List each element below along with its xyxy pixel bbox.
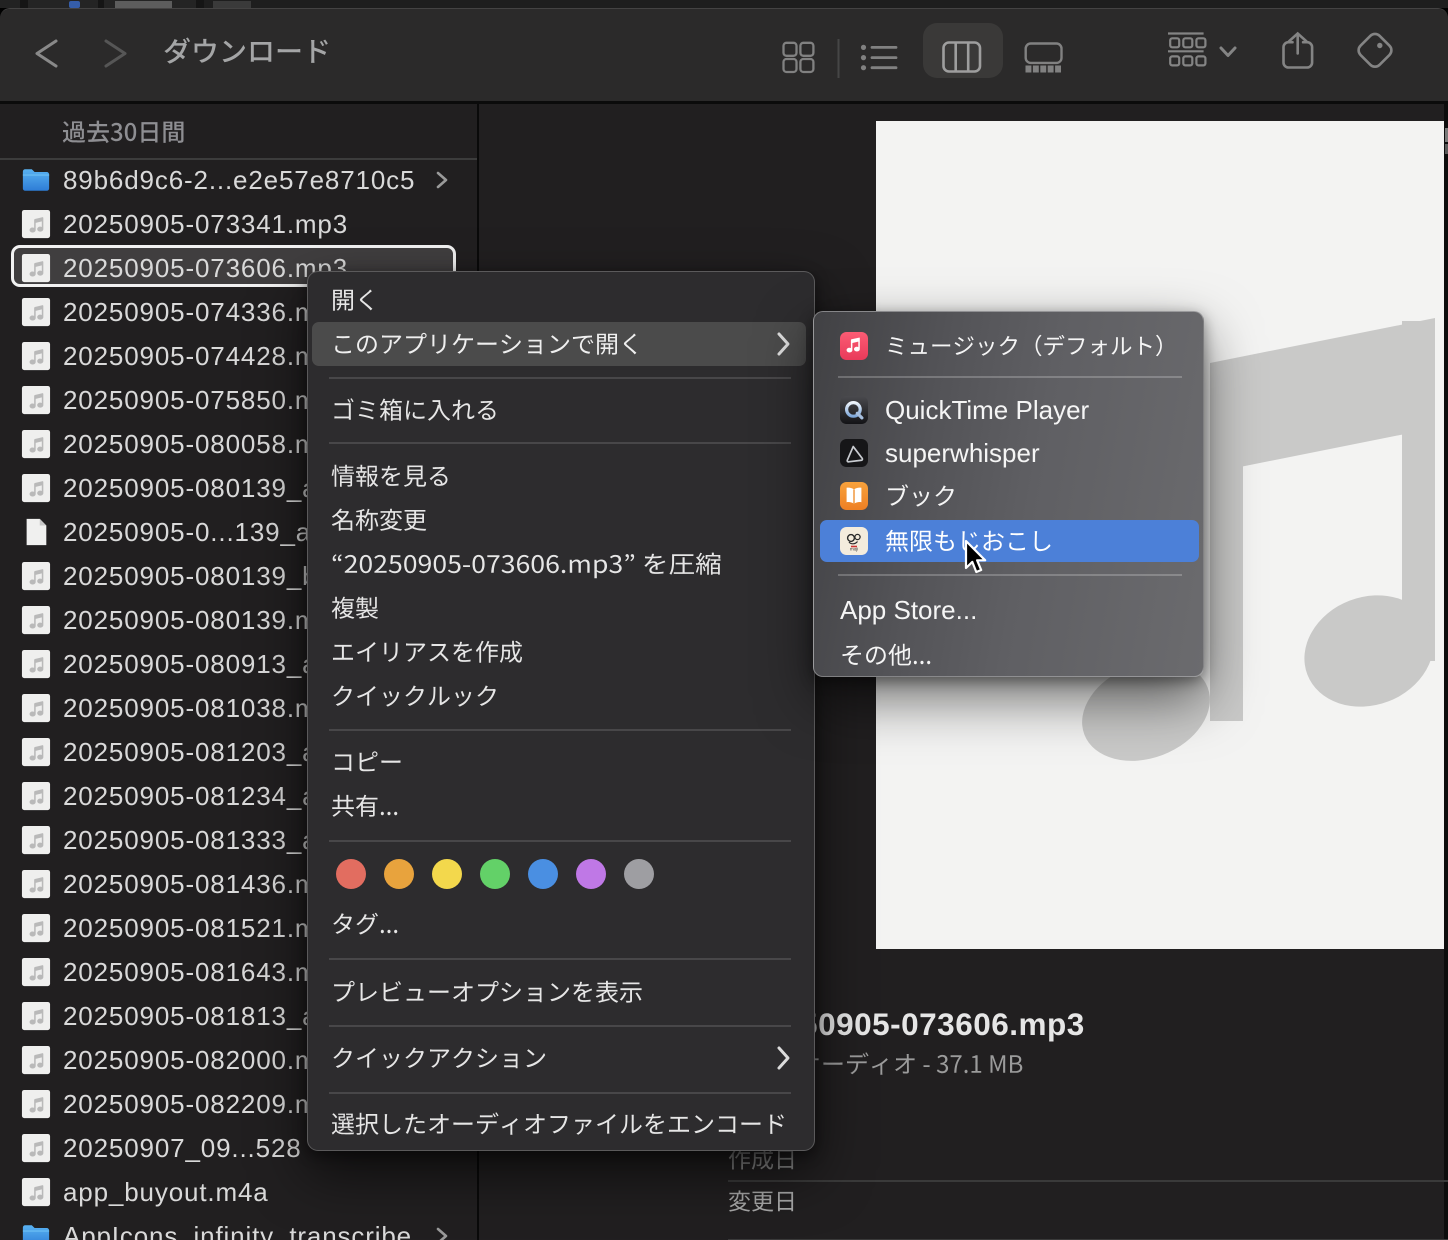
svg-text:moji: moji bbox=[850, 547, 858, 552]
